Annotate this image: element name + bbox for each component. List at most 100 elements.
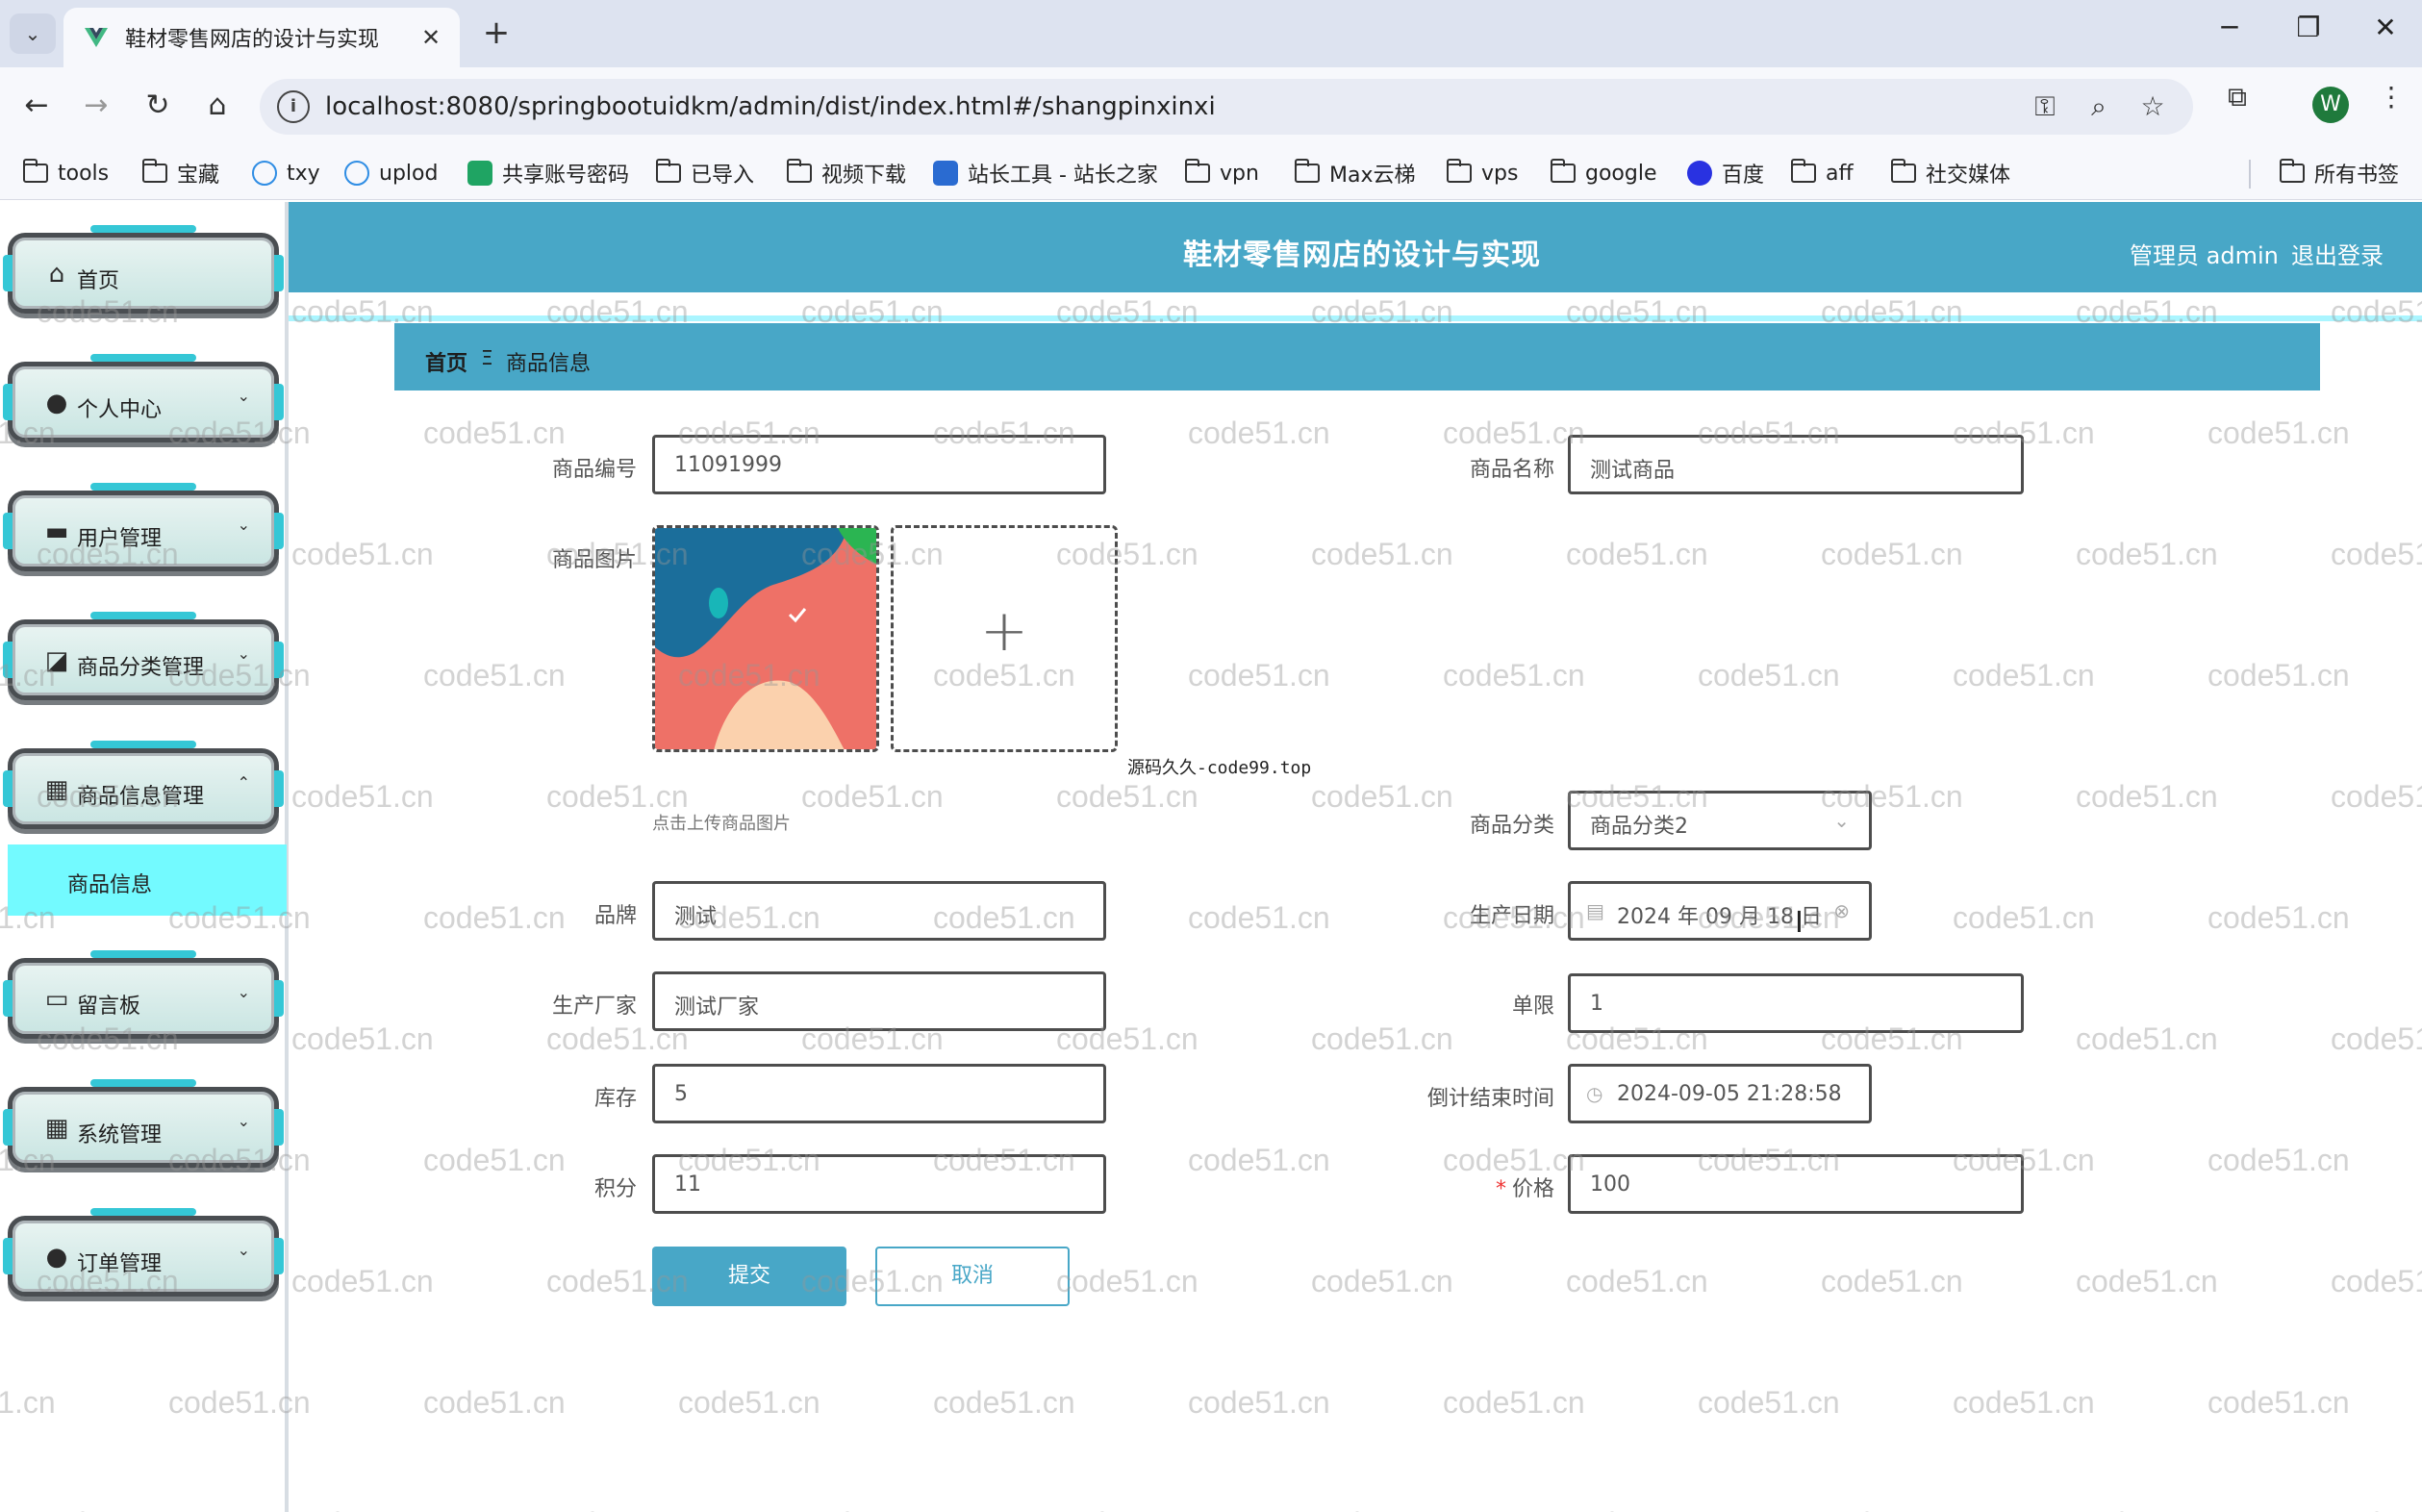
watermark-text: code51.cn (1821, 537, 1963, 571)
watermark-text: code51.cn (2208, 1385, 2350, 1420)
url-text[interactable]: localhost:8080/springbootuidkm/admin/dis… (325, 92, 1216, 121)
tab-list-button[interactable]: ⌄ (10, 13, 56, 54)
brand-input[interactable]: 测试 (652, 881, 1106, 941)
bookmark-uplod[interactable]: uplod (344, 156, 438, 190)
points-label: 积分 (593, 1177, 637, 1201)
watermark-text: code51.cn (291, 1021, 434, 1056)
home-icon[interactable]: ⌂ (196, 85, 239, 127)
countdown-end-picker[interactable]: ◷ 2024-09-05 21:28:58 (1568, 1064, 1872, 1123)
bookmark-all[interactable]: 所有书签 (2280, 156, 2399, 190)
reload-icon[interactable]: ↻ (137, 85, 179, 127)
minimize-button[interactable]: ─ (2205, 12, 2255, 43)
watermark-text: code51.cn (546, 1506, 689, 1512)
site-info-icon[interactable]: i (277, 90, 310, 123)
bookmark-tools[interactable]: tools (23, 156, 109, 190)
product-image-thumbnail[interactable] (652, 525, 879, 752)
sidebar-item-home[interactable]: ⌂ 首页 (3, 219, 284, 321)
bookmark-vps[interactable]: vps (1447, 156, 1518, 190)
tab-close-icon[interactable]: ✕ (416, 24, 446, 51)
bookmark-social[interactable]: 社交媒体 (1891, 156, 2010, 190)
menu-accent (90, 1079, 196, 1087)
manufacturer-input[interactable]: 测试厂家 (652, 971, 1106, 1031)
watermark-text: code51.cn (2208, 900, 2350, 935)
stock-label: 库存 (593, 1087, 637, 1111)
watermark-text: code51.cn (1311, 1021, 1453, 1056)
bookmark-vpn[interactable]: vpn (1185, 156, 1259, 190)
forward-arrow-icon[interactable]: → (75, 85, 117, 127)
bookmark-chinaz[interactable]: 站长工具 - 站长之家 (933, 156, 1158, 190)
watermark-text: code51.cn (1311, 1506, 1453, 1512)
extensions-icon[interactable]: ⧉ (2218, 81, 2257, 113)
order-limit-input[interactable]: 1 (1568, 973, 2024, 1033)
stock-input[interactable]: 5 (652, 1064, 1106, 1123)
sidebar-item-label: 首页 (77, 269, 120, 293)
production-date-picker[interactable]: ▤ 2024 年 09 月 18 日 ⊗ (1568, 881, 1872, 941)
category-select[interactable]: 商品分类2 ⌄ (1568, 791, 1872, 850)
bookmark-imported[interactable]: 已导入 (656, 156, 754, 190)
input-value: 5 (674, 1082, 688, 1106)
bookmark-google[interactable]: google (1551, 156, 1657, 190)
sidebar-item-system-management[interactable]: ▦ 系统管理 ⌄ (3, 1073, 284, 1175)
bookmark-shared-accounts[interactable]: 共享账号密码 (467, 156, 629, 190)
clear-icon[interactable]: ⊗ (1833, 899, 1850, 922)
folder-icon (1791, 159, 1816, 183)
watermark-text: code51.cn (1566, 1264, 1708, 1298)
sidebar-item-personal-center[interactable]: ● 个人中心 ⌄ (3, 348, 284, 450)
bookmark-max-cloud[interactable]: Max云梯 (1295, 156, 1415, 190)
sidebar-item-order-management[interactable]: ● 订单管理 ⌄ (3, 1202, 284, 1304)
points-input[interactable]: 11 (652, 1154, 1106, 1214)
watermark-text: code51.cn (1311, 537, 1453, 571)
submit-button[interactable]: 提交 (652, 1247, 846, 1306)
product-code-input[interactable]: 11091999 (652, 435, 1106, 494)
logout-link[interactable]: 退出登录 (2291, 237, 2384, 270)
close-window-button[interactable]: ✕ (2360, 12, 2410, 43)
brand-label: 品牌 (593, 904, 637, 928)
browser-tab[interactable]: 鞋材零售网店的设计与实现 ✕ (63, 8, 460, 67)
watermark-text: code51.cn (2331, 1021, 2422, 1056)
profile-avatar[interactable]: W (2312, 87, 2349, 123)
new-tab-button[interactable]: + (477, 13, 516, 52)
menu-dots-icon[interactable]: ⋮ (2372, 81, 2410, 113)
tab-title: 鞋材零售网店的设计与实现 (125, 28, 380, 52)
bookmark-baozang[interactable]: 宝藏 (142, 156, 219, 190)
image-upload-button[interactable]: + (891, 525, 1118, 752)
watermark-text: code51.cn (801, 1506, 944, 1512)
back-arrow-icon[interactable]: ← (15, 85, 58, 127)
price-input[interactable]: 100 (1568, 1154, 2024, 1214)
calendar-icon: ▤ (1586, 899, 1604, 922)
restore-button[interactable]: ❐ (2283, 12, 2334, 43)
bookmark-txy[interactable]: txy (252, 156, 320, 190)
sidebar-subitem-label: 商品信息 (67, 873, 153, 897)
watermark-text: code51.cn (2076, 537, 2218, 571)
breadcrumb-home[interactable]: 首页 (425, 346, 467, 377)
star-icon[interactable]: ☆ (2133, 90, 2172, 122)
baidu-icon (1687, 161, 1712, 186)
folder-icon (1185, 159, 1210, 183)
chevron-down-icon: ⌄ (237, 516, 250, 534)
cancel-button[interactable]: 取消 (875, 1247, 1070, 1306)
product-name-input[interactable]: 测试商品 (1568, 435, 2024, 494)
bookmark-aff[interactable]: aff (1791, 156, 1854, 190)
sidebar-item-user-management[interactable]: ▬ 用户管理 ⌄ (3, 477, 284, 579)
key-icon[interactable]: ⚿ (2026, 90, 2064, 123)
bookmark-baidu[interactable]: 百度 (1687, 156, 1764, 190)
vue-logo-icon (85, 28, 108, 47)
product-name-label: 商品名称 (1469, 458, 1554, 482)
input-value: 商品分类2 (1590, 815, 1688, 839)
sidebar-subitem-product-info[interactable]: 商品信息 (8, 844, 287, 916)
sidebar-item-product-management[interactable]: ▦ 商品信息管理 ⌃ (3, 735, 284, 837)
address-bar[interactable]: i localhost:8080/springbootuidkm/admin/d… (260, 79, 2193, 135)
product-image (655, 528, 876, 749)
watermark-text: code51.cn (801, 779, 944, 814)
sidebar-item-message-board[interactable]: ▭ 留言板 ⌄ (3, 945, 284, 1046)
watermark-text: code51.cn (2208, 658, 2350, 693)
sidebar-item-category-management[interactable]: ◪ 商品分类管理 ⌄ (3, 606, 284, 708)
zoom-icon[interactable]: ⌕ (2080, 90, 2118, 123)
price-label-text: 价格 (1511, 1177, 1554, 1201)
bookmark-video-download[interactable]: 视频下载 (787, 156, 906, 190)
upload-tip: 点击上传商品图片 (652, 814, 791, 834)
plus-icon: + (979, 597, 1029, 665)
folder-icon (1447, 159, 1472, 183)
manufacturer-label: 生产厂家 (551, 995, 637, 1019)
folder-icon (1295, 159, 1320, 183)
